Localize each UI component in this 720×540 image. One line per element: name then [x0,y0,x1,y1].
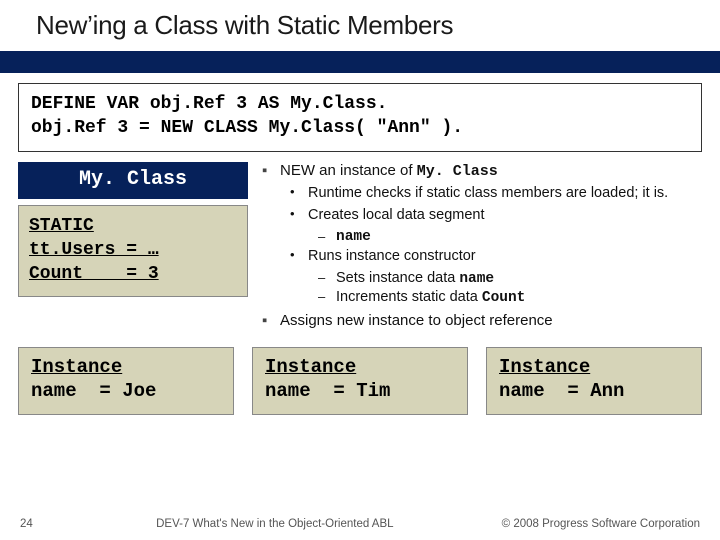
bullet-new-text: NEW an instance of My. Class [280,162,702,180]
sub-sets-text: Sets instance data name [336,270,702,287]
incr-prefix: Increments static data [336,289,482,305]
sub-increments: – Increments static data Count [318,289,702,306]
content-row: My. Class STATIC tt.Users = … Count = 3 … [18,162,702,334]
square-bullet-icon: ▪ [262,312,280,329]
incr-code: Count [482,290,526,306]
instance-line: name = Joe [31,380,156,402]
static-heading: STATIC [29,216,94,236]
sub-runtime-text: Runtime checks if static class members a… [308,184,702,203]
title-underline [0,51,720,73]
slide-title: New’ing a Class with Static Members [36,10,696,41]
code-block: DEFINE VAR obj.Ref 3 AS My.Class. obj.Re… [18,83,702,152]
sub-runtime-check: • Runtime checks if static class members… [290,184,702,203]
footer-right: © 2008 Progress Software Corporation [502,518,700,530]
instance-line: name = Ann [499,380,624,402]
sets-prefix: Sets instance data [336,270,459,286]
class-name-label: My. Class [18,162,248,199]
sub-constructor-text: Runs instance constructor [308,247,702,266]
sub-sets-instance: – Sets instance data name [318,270,702,287]
static-members-box: STATIC tt.Users = … Count = 3 [18,205,248,298]
right-column: ▪ NEW an instance of My. Class • Runtime… [262,162,702,334]
footer: 24 DEV-7 What's New in the Object-Orient… [0,518,720,530]
sets-code: name [459,271,494,287]
bullet-assign: ▪ Assigns new instance to object referen… [262,312,702,329]
slide: New’ing a Class with Static Members DEFI… [0,0,720,540]
dash-bullet-icon: – [318,229,336,245]
code-line-2: obj.Ref 3 = NEW CLASS My.Class( "Ann" ). [31,116,689,140]
static-users-line: tt.Users = … [29,240,159,260]
bullet-new: ▪ NEW an instance of My. Class [262,162,702,180]
new-class-name: My. Class [417,163,498,180]
instance-heading: Instance [499,356,590,378]
instance-heading: Instance [31,356,122,378]
dot-bullet-icon: • [290,206,308,225]
sub-create-text: Creates local data segment [308,206,702,225]
dash-bullet-icon: – [318,289,336,306]
instance-line: name = Tim [265,380,390,402]
static-count-line: Count = 3 [29,264,159,284]
sub-name-code: name [336,229,702,245]
title-area: New’ing a Class with Static Members [0,0,720,45]
code-line-1: DEFINE VAR obj.Ref 3 AS My.Class. [31,92,689,116]
sub-constructor: • Runs instance constructor [290,247,702,266]
sub-name-var: – name [318,229,702,245]
new-prefix: NEW an instance of [280,162,417,179]
sub-create-segment: • Creates local data segment [290,206,702,225]
square-bullet-icon: ▪ [262,162,280,180]
page-number: 24 [20,518,48,530]
sub-incr-text: Increments static data Count [336,289,702,306]
bullet-assign-text: Assigns new instance to object reference [280,312,702,329]
instance-box: Instance name = Tim [252,347,468,415]
dash-bullet-icon: – [318,270,336,287]
instance-heading: Instance [265,356,356,378]
dot-bullet-icon: • [290,247,308,266]
left-column: My. Class STATIC tt.Users = … Count = 3 [18,162,248,334]
instance-box: Instance name = Ann [486,347,702,415]
dot-bullet-icon: • [290,184,308,203]
instance-box: Instance name = Joe [18,347,234,415]
instance-row: Instance name = Joe Instance name = Tim … [18,347,702,415]
footer-left: DEV-7 What's New in the Object-Oriented … [156,518,393,530]
